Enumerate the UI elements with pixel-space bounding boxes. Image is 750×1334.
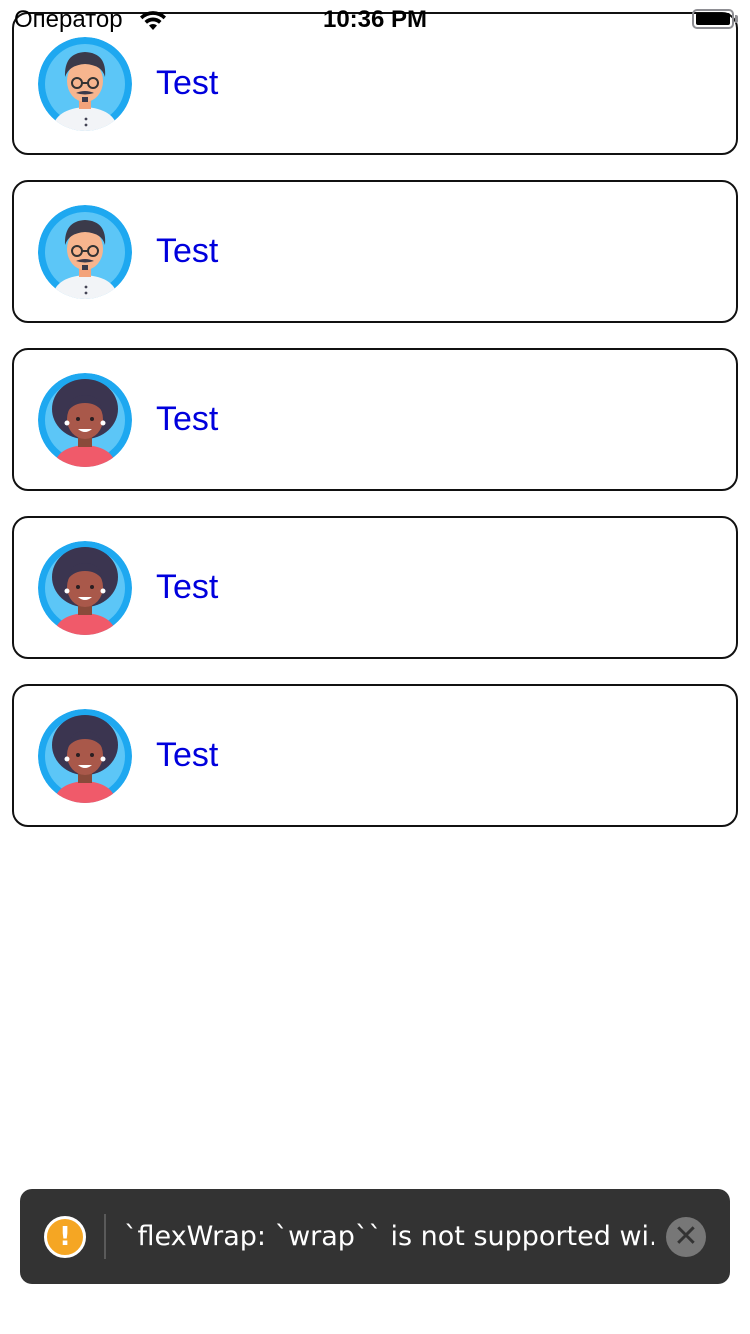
man-glasses-avatar-icon [38,37,132,131]
app-screen: Оператор 10:36 PM Test Test Test Test Te… [0,0,750,1334]
battery-icon [692,9,734,29]
warning-toast[interactable]: ! `flexWrap: `wrap`` is not supported wi… [20,1189,730,1284]
list-item-label: Test [156,64,219,102]
list-item[interactable]: Test [12,516,738,659]
list-item-label: Test [156,232,219,270]
man-glasses-avatar-icon [38,205,132,299]
woman-curly-avatar-icon [38,541,132,635]
list-item-label: Test [156,400,219,438]
status-bar: Оператор 10:36 PM [0,0,750,40]
list-item[interactable]: Test [12,180,738,323]
battery-cap [735,15,738,23]
woman-curly-avatar-icon [38,709,132,803]
toast-divider [104,1214,106,1259]
woman-curly-avatar-icon [38,373,132,467]
list-item-label: Test [156,568,219,606]
list-item[interactable]: Test [12,684,738,827]
list-item[interactable]: Test [12,348,738,491]
list-item-label: Test [156,736,219,774]
close-icon[interactable]: ✕ [666,1217,706,1257]
toast-message[interactable]: `flexWrap: `wrap`` is not supported wi..… [124,1221,654,1252]
status-time: 10:36 PM [322,6,428,33]
warning-icon: ! [44,1216,86,1258]
